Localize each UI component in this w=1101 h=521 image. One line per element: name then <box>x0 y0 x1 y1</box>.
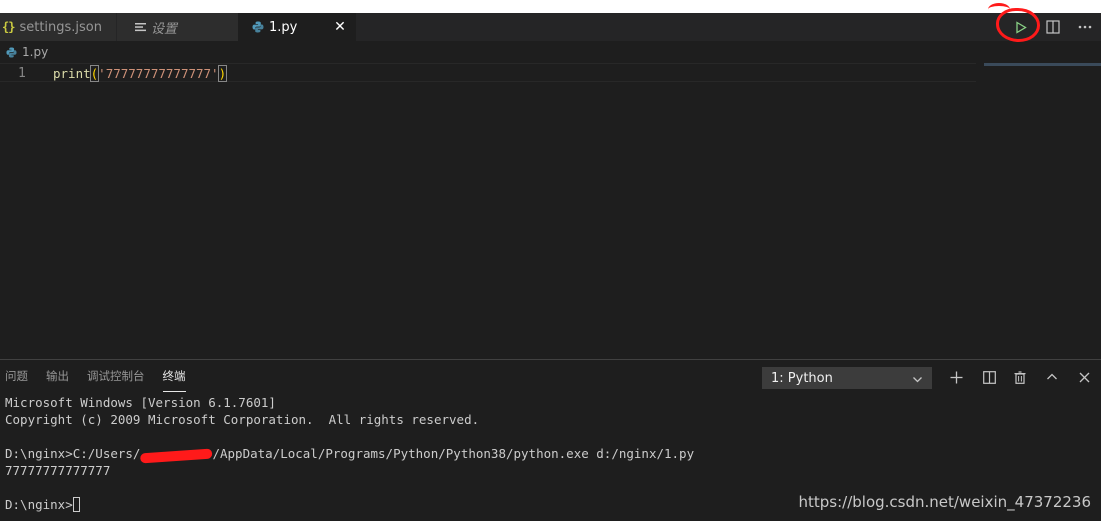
terminal-cursor <box>72 497 80 512</box>
tab-settings-json[interactable]: {} settings.json <box>0 13 116 41</box>
terminal-line: Copyright (c) 2009 Microsoft Corporation… <box>5 412 480 427</box>
terminal-cmd-suffix: /AppData/Local/Programs/Python/Python38/… <box>212 446 695 461</box>
editor-tab-bar: {} settings.json 设置 1.py ✕ <box>0 13 1101 41</box>
tab-problems[interactable]: 问题 <box>5 360 28 392</box>
tab-1-py[interactable]: 1.py ✕ <box>238 13 356 41</box>
bottom-panel: 问题 输出 调试控制台 终端 1: Python Microsoft Windo… <box>0 359 1101 521</box>
terminal-line: Microsoft Windows [Version 6.1.7601] <box>5 395 276 410</box>
chevron-up-icon <box>1047 373 1057 380</box>
terminal-select[interactable]: 1: Python <box>762 367 932 389</box>
tab-label: settings.json <box>19 19 103 35</box>
close-icon <box>1079 372 1089 382</box>
terminal-command-line: D:\nginx>C:/Users/ /AppData/Local/Program… <box>5 445 695 464</box>
terminal-cmd-prefix: D:\nginx>C:/Users/ <box>5 446 141 461</box>
close-tab-button[interactable]: ✕ <box>332 19 348 35</box>
code-function: print <box>53 66 91 81</box>
new-terminal-button[interactable] <box>944 366 968 388</box>
window-top-strip <box>0 0 1101 13</box>
tab-terminal[interactable]: 终端 <box>162 360 186 392</box>
redaction-mark <box>140 448 213 464</box>
code-line[interactable]: print('77777777777777') <box>53 64 228 83</box>
annotation-tail <box>988 3 1010 16</box>
trash-icon <box>1014 370 1026 384</box>
tab-label: 1.py <box>269 19 298 35</box>
terminal-output[interactable]: Microsoft Windows [Version 6.1.7601] Copy… <box>5 394 694 513</box>
ellipsis-icon <box>1078 25 1092 29</box>
tab-output[interactable]: 输出 <box>46 360 69 392</box>
python-icon <box>252 21 264 33</box>
split-editor-icon <box>1046 20 1060 34</box>
close-panel-button[interactable] <box>1072 366 1096 388</box>
terminal-program-output: 77777777777777 <box>5 463 111 478</box>
chevron-down-icon <box>912 370 923 388</box>
json-icon: {} <box>2 20 15 34</box>
terminal-prompt: D:\nginx> <box>5 497 73 512</box>
tab-debug-console[interactable]: 调试控制台 <box>87 360 145 392</box>
minimap[interactable] <box>984 63 1101 66</box>
maximize-panel-button[interactable] <box>1040 366 1064 388</box>
tab-settings-ui[interactable]: 设置 <box>116 13 238 41</box>
code-string: '77777777777777' <box>98 66 219 81</box>
breadcrumb-file[interactable]: 1.py <box>22 45 48 59</box>
split-terminal-button[interactable] <box>977 366 1001 388</box>
terminal-prompt-line: D:\nginx> <box>5 496 694 513</box>
plus-icon <box>950 371 962 383</box>
watermark: https://blog.csdn.net/weixin_47372236 <box>798 493 1091 511</box>
panel-tabs: 问题 输出 调试控制台 终端 <box>0 360 199 392</box>
breadcrumb[interactable]: 1.py <box>0 41 1101 63</box>
code-editor[interactable]: 1 print('77777777777777') <box>0 63 1101 359</box>
kill-terminal-button[interactable] <box>1008 366 1032 388</box>
python-icon <box>6 46 17 58</box>
preview-icon <box>135 22 146 32</box>
more-actions-button[interactable] <box>1069 13 1101 41</box>
code-close-paren: ) <box>217 65 228 82</box>
line-number: 1 <box>18 66 26 81</box>
split-terminal-icon <box>982 370 996 384</box>
terminal-select-value: 1: Python <box>771 370 833 386</box>
tab-label: 设置 <box>151 21 178 37</box>
current-line[interactable]: 1 print('77777777777777') <box>0 63 976 82</box>
